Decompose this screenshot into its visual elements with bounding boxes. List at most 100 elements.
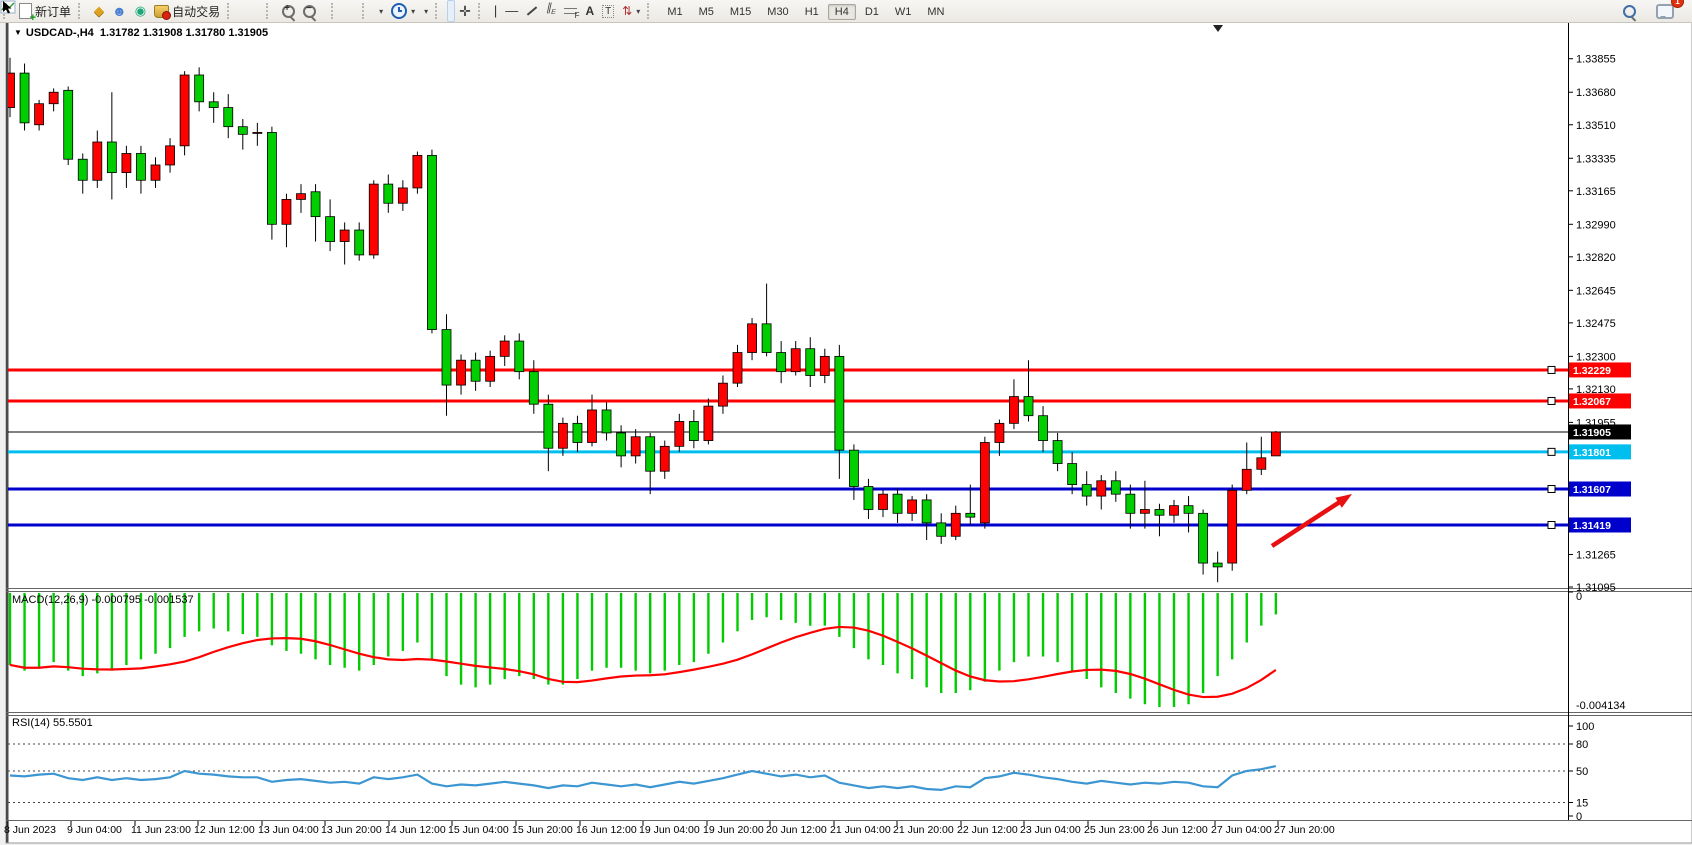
signal-icon: ◉ bbox=[135, 3, 146, 19]
macd-axis-label: -0.004134 bbox=[1576, 700, 1626, 712]
candle-body bbox=[529, 372, 538, 405]
price-tag-text: 1.31905 bbox=[1573, 427, 1611, 439]
timeframe-mn[interactable]: MN bbox=[920, 4, 951, 20]
line-handle[interactable] bbox=[1548, 448, 1555, 455]
line-chart-button[interactable] bbox=[255, 0, 263, 22]
date-axis-label: 14 Jun 12:00 bbox=[385, 824, 446, 836]
indicators-button[interactable]: ▾ bbox=[419, 0, 432, 22]
date-axis-label: 21 Jun 04:00 bbox=[830, 824, 891, 836]
line-handle[interactable] bbox=[1548, 521, 1555, 528]
candle-body bbox=[471, 360, 480, 381]
cursor-icon bbox=[0, 0, 13, 14]
candle-body bbox=[457, 360, 466, 385]
periods-button[interactable]: ▾ bbox=[387, 0, 419, 22]
vertical-line-tool[interactable]: | bbox=[490, 0, 501, 22]
bar-chart-button[interactable] bbox=[239, 0, 247, 22]
crosshair-button[interactable]: ✛ bbox=[455, 0, 475, 22]
rsi-axis-label: 100 bbox=[1576, 721, 1594, 733]
text-tool[interactable]: A bbox=[581, 0, 598, 22]
rsi-axis-label: 50 bbox=[1576, 766, 1588, 778]
date-axis-label: 22 Jun 12:00 bbox=[957, 824, 1018, 836]
cursor-button[interactable] bbox=[447, 0, 455, 22]
horizontal-line-tool[interactable]: — bbox=[501, 0, 522, 22]
text-label-icon: T bbox=[602, 5, 614, 18]
autotrade-label: 自动交易 bbox=[172, 3, 220, 20]
fibonacci-tool[interactable] bbox=[560, 0, 581, 22]
signals-button[interactable]: ◉ bbox=[131, 0, 150, 22]
arrows-icon: ⇅ bbox=[622, 3, 632, 19]
date-axis-label: 13 Jun 20:00 bbox=[321, 824, 382, 836]
candle-body bbox=[1024, 397, 1033, 416]
candle-body bbox=[631, 437, 640, 456]
date-axis-label: 11 Jun 23:00 bbox=[131, 824, 191, 836]
channel-tool[interactable]: ∥E bbox=[542, 0, 560, 22]
candle-body bbox=[1213, 563, 1222, 567]
tile-windows-button[interactable] bbox=[320, 0, 328, 22]
line-handle[interactable] bbox=[1548, 486, 1555, 493]
trendline-tool[interactable] bbox=[522, 0, 542, 22]
price-axis-label: 1.32990 bbox=[1576, 219, 1616, 231]
chart-canvas[interactable]: 1.338551.336801.335101.333351.331651.329… bbox=[0, 0, 1692, 845]
candle-body bbox=[442, 330, 451, 386]
zoom-out-button[interactable] bbox=[299, 0, 320, 22]
macd-axis-label: 0 bbox=[1576, 591, 1582, 603]
date-axis-label: 15 Jun 20:00 bbox=[512, 824, 573, 836]
date-axis-label: 26 Jun 12:00 bbox=[1147, 824, 1208, 836]
autotrade-button[interactable]: 自动交易 bbox=[150, 0, 224, 22]
candle-body bbox=[718, 383, 727, 406]
arrows-tool[interactable]: ⇅▾ bbox=[618, 0, 644, 22]
candlestick-chart-button[interactable] bbox=[247, 0, 255, 22]
date-axis-label: 8 Jun 2023 bbox=[4, 824, 56, 836]
timeframe-h1[interactable]: H1 bbox=[798, 4, 826, 20]
candle-body bbox=[879, 494, 888, 509]
deposit-button[interactable]: ◆ bbox=[90, 0, 108, 22]
timeframe-m30[interactable]: M30 bbox=[760, 4, 795, 20]
toolbar-right-group: 1 bbox=[1619, 0, 1692, 22]
trader-icon: ☻ bbox=[112, 3, 127, 19]
text-label-tool[interactable]: T bbox=[598, 0, 618, 22]
date-axis-label: 23 Jun 04:00 bbox=[1020, 824, 1081, 836]
candle-body bbox=[311, 192, 320, 217]
candle-body bbox=[326, 217, 335, 242]
date-axis-label: 27 Jun 04:00 bbox=[1211, 824, 1272, 836]
candle-body bbox=[1111, 481, 1120, 494]
candle-body bbox=[617, 433, 626, 456]
timeframe-d1[interactable]: D1 bbox=[858, 4, 886, 20]
candle-body bbox=[20, 73, 29, 123]
timeframe-m5[interactable]: M5 bbox=[692, 4, 721, 20]
date-axis-label: 13 Jun 04:00 bbox=[258, 824, 319, 836]
timeframe-group: M1M5M15M30H1H4D1W1MN bbox=[659, 4, 952, 18]
candle-body bbox=[340, 230, 349, 241]
account-button[interactable]: ☻ bbox=[108, 0, 131, 22]
date-axis-label: 16 Jun 12:00 bbox=[576, 824, 637, 836]
candle-body bbox=[1228, 490, 1237, 563]
chart-shift-button[interactable] bbox=[351, 0, 359, 22]
date-axis-label: 12 Jun 12:00 bbox=[194, 824, 255, 836]
candle-body bbox=[1155, 509, 1164, 515]
candle-body bbox=[762, 324, 771, 353]
candle-body bbox=[1082, 485, 1091, 496]
candle-body bbox=[1039, 416, 1048, 441]
date-axis-label: 19 Jun 04:00 bbox=[639, 824, 700, 836]
timeframe-w1[interactable]: W1 bbox=[888, 4, 919, 20]
price-tag-text: 1.31419 bbox=[1573, 520, 1611, 532]
notifications-button[interactable]: 1 bbox=[1652, 0, 1678, 22]
new-chart-button[interactable]: + ▾ bbox=[374, 0, 387, 22]
timeframe-h4[interactable]: H4 bbox=[828, 4, 856, 20]
auto-scroll-button[interactable] bbox=[343, 0, 351, 22]
autotrade-icon bbox=[154, 5, 169, 18]
candle-body bbox=[646, 437, 655, 471]
timeframe-m15[interactable]: M15 bbox=[723, 4, 758, 20]
line-handle[interactable] bbox=[1548, 366, 1555, 373]
timeframe-m1[interactable]: M1 bbox=[660, 4, 689, 20]
line-handle[interactable] bbox=[1548, 397, 1555, 404]
candle-body bbox=[1170, 506, 1179, 516]
date-axis-label: 9 Jun 04:00 bbox=[67, 824, 122, 836]
candle-body bbox=[297, 194, 306, 200]
candle-body bbox=[864, 487, 873, 510]
candle-body bbox=[1009, 397, 1018, 424]
zoom-in-button[interactable] bbox=[278, 0, 299, 22]
new-order-button[interactable]: 新订单 bbox=[15, 0, 75, 22]
search-button[interactable] bbox=[1619, 0, 1640, 22]
candle-body bbox=[267, 132, 276, 224]
